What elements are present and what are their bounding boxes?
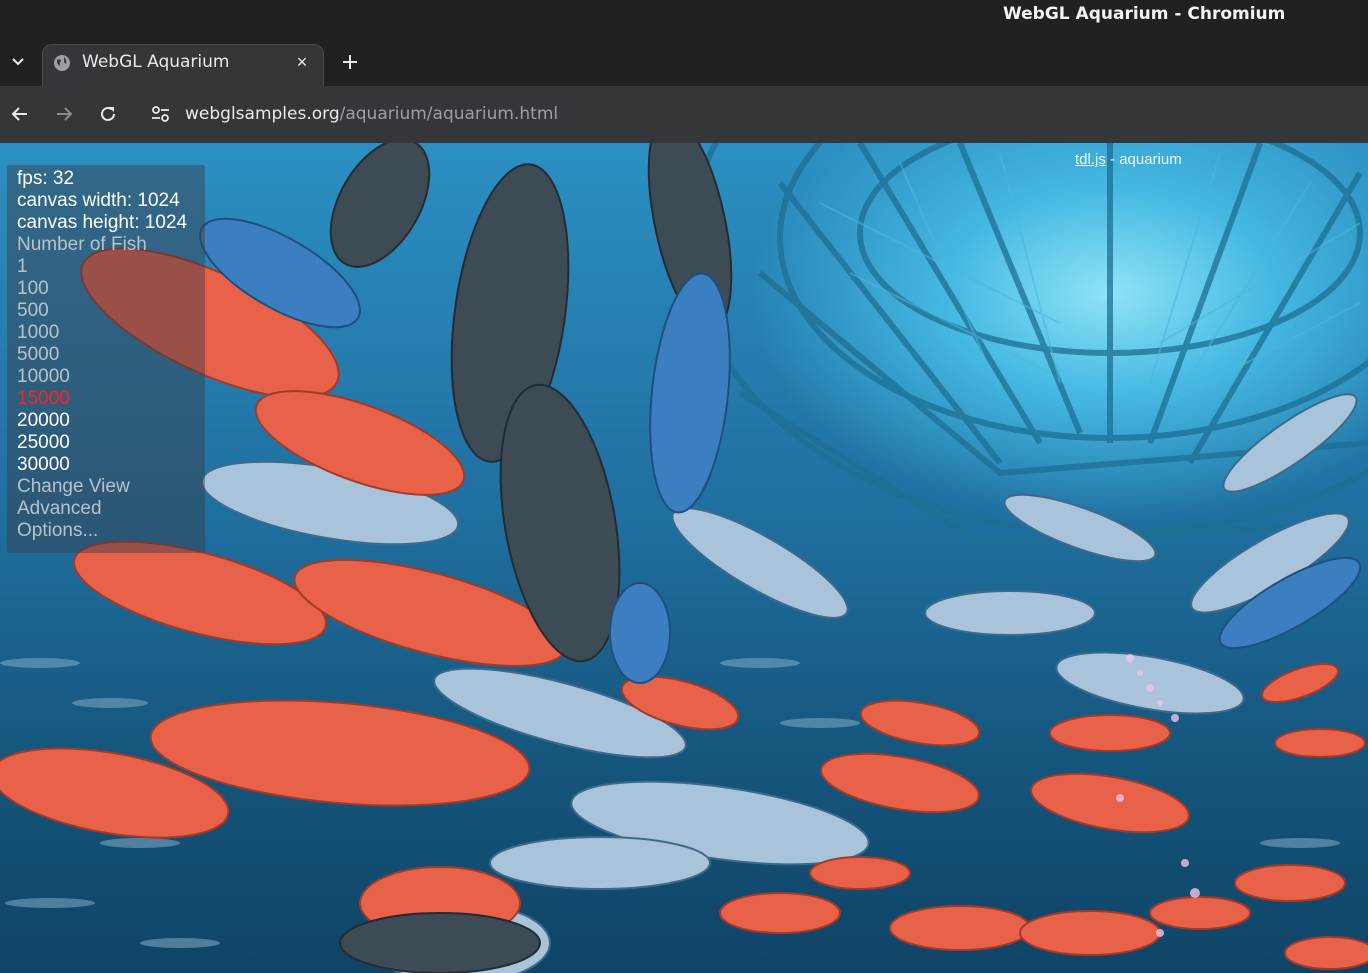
dome-structure (687, 143, 1368, 547)
site-info-button[interactable] (148, 101, 174, 127)
fish-option-25000[interactable]: 25000 (17, 432, 70, 454)
canvas-height-readout: canvas height: 1024 (17, 212, 188, 233)
chevron-down-icon (12, 58, 24, 66)
fps-readout: fps: 32 (17, 168, 75, 189)
address-bar[interactable]: webglsamples.org/aquarium/aquarium.html (185, 86, 558, 142)
window-title-bar: WebGL Aquarium - Chromium (0, 0, 1368, 36)
tab-strip: WebGL Aquarium × (0, 36, 1368, 86)
fish-option-10000[interactable]: 10000 (17, 366, 70, 388)
header-separator: - (1105, 151, 1120, 168)
reload-icon (101, 106, 115, 121)
fish-option-30000[interactable]: 30000 (17, 454, 70, 476)
controls-panel: fps: 32 canvas width: 1024 canvas height… (7, 165, 205, 553)
aquarium-canvas[interactable]: tdl.js - aquarium fps: 32 canvas width: … (0, 143, 1368, 973)
window-title: WebGL Aquarium - Chromium (1003, 4, 1286, 24)
fish-option-1000[interactable]: 1000 (17, 322, 59, 344)
tdl-link[interactable]: tdl.js (1075, 151, 1106, 168)
reload-button[interactable] (94, 100, 122, 128)
tune-icon (152, 106, 169, 122)
fish-option-20000[interactable]: 20000 (17, 410, 70, 432)
canvas-width-readout: canvas width: 1024 (17, 190, 180, 211)
change-view-button[interactable]: Change View (17, 476, 130, 498)
new-tab-button[interactable] (336, 48, 364, 76)
tab-close-button[interactable]: × (291, 51, 313, 73)
tab-search-button[interactable] (4, 48, 32, 76)
forward-button[interactable] (50, 100, 78, 128)
url-host: webglsamples.org (185, 104, 340, 124)
number-of-fish-label: Number of Fish (17, 234, 147, 255)
plus-icon (343, 55, 357, 69)
header-links: tdl.js - aquarium (1075, 151, 1182, 168)
back-button[interactable] (6, 100, 34, 128)
browser-toolbar: webglsamples.org/aquarium/aquarium.html (0, 86, 1368, 143)
fish-option-1[interactable]: 1 (17, 256, 28, 278)
aquarium-label: aquarium (1119, 151, 1182, 168)
fish-option-15000[interactable]: 15000 (17, 388, 70, 410)
options-button[interactable]: Options... (17, 520, 98, 542)
tab-webgl-aquarium[interactable]: WebGL Aquarium × (42, 44, 324, 86)
globe-icon (54, 55, 70, 71)
fish-option-500[interactable]: 500 (17, 300, 49, 322)
aquarium-scene (0, 143, 1368, 973)
arrow-right-icon (57, 107, 73, 121)
arrow-left-icon (11, 107, 27, 121)
url-path: /aquarium/aquarium.html (339, 104, 559, 124)
fish-option-5000[interactable]: 5000 (17, 344, 59, 366)
fish-option-100[interactable]: 100 (17, 278, 49, 300)
tab-title: WebGL Aquarium (82, 52, 230, 72)
advanced-button[interactable]: Advanced (17, 498, 102, 520)
